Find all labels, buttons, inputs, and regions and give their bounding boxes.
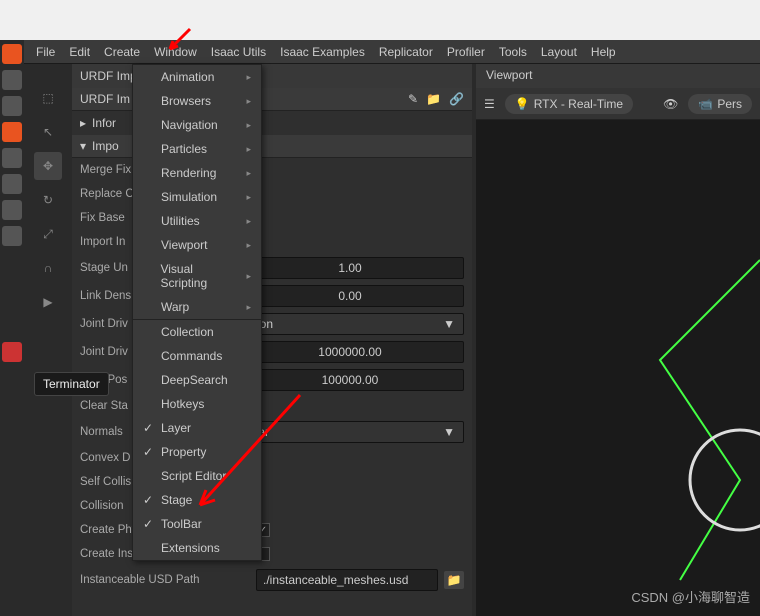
submenu-particles[interactable]: Particles▸ <box>133 137 261 161</box>
dock-app-6[interactable] <box>2 174 22 194</box>
layers-icon[interactable]: ☰ <box>484 97 495 111</box>
submenu-toolbar[interactable]: ✓ToolBar <box>133 512 261 536</box>
submenu-visual-scripting[interactable]: Visual Scripting▸ <box>133 257 261 295</box>
submenu-layer[interactable]: ✓Layer <box>133 416 261 440</box>
menu-window[interactable]: Window <box>150 43 201 61</box>
render-mode-button[interactable]: 💡 RTX - Real-Time <box>505 94 633 114</box>
window-submenu: Animation▸Browsers▸Navigation▸Particles▸… <box>132 64 262 561</box>
browse-folder-button[interactable]: 📁 <box>444 571 464 589</box>
submenu-warp[interactable]: Warp▸ <box>133 295 261 319</box>
submenu-collection[interactable]: Collection <box>133 320 261 344</box>
submenu-animation[interactable]: Animation▸ <box>133 65 261 89</box>
submenu-simulation[interactable]: Simulation▸ <box>133 185 261 209</box>
stage-units-input[interactable] <box>236 257 464 279</box>
viewport-canvas[interactable] <box>476 120 760 616</box>
normals-dropdown[interactable]: near▼ <box>236 421 464 443</box>
folder-icon[interactable]: 📁 <box>426 92 441 106</box>
viewport-toolbar: ☰ 💡 RTX - Real-Time 👁 📹 Pers <box>476 88 760 120</box>
submenu-browsers[interactable]: Browsers▸ <box>133 89 261 113</box>
menu-replicator[interactable]: Replicator <box>375 43 437 61</box>
submenu-commands[interactable]: Commands <box>133 344 261 368</box>
submenu-viewport[interactable]: Viewport▸ <box>133 233 261 257</box>
dock-tooltip: Terminator <box>34 372 109 396</box>
submenu-rendering[interactable]: Rendering▸ <box>133 161 261 185</box>
submenu-deepsearch[interactable]: DeepSearch <box>133 368 261 392</box>
scale-icon[interactable]: ⤢ <box>34 220 62 248</box>
instanceable-path-label: Instanceable USD Path <box>80 574 250 586</box>
window-titlebar <box>0 0 760 40</box>
menu-file[interactable]: File <box>32 43 59 61</box>
dock-app-2[interactable] <box>2 70 22 90</box>
eye-icon[interactable]: 👁 <box>663 97 678 111</box>
dock-app-5[interactable] <box>2 148 22 168</box>
menu-create[interactable]: Create <box>100 43 144 61</box>
link-icon[interactable]: 🔗 <box>449 92 464 106</box>
snap-icon[interactable]: ∩ <box>34 254 62 282</box>
tool-strip: ⬚ ↖ ✥ ↻ ⤢ ∩ ▶ <box>28 64 68 316</box>
render-mode-label: RTX - Real-Time <box>534 97 623 111</box>
submenu-hotkeys[interactable]: Hotkeys <box>133 392 261 416</box>
camera-button[interactable]: 📹 Pers <box>688 94 752 114</box>
cursor-icon[interactable]: ↖ <box>34 118 62 146</box>
dock-app-terminator[interactable] <box>2 342 22 362</box>
viewport-panel: Viewport ☰ 💡 RTX - Real-Time 👁 📹 Pers <box>476 64 760 616</box>
joint-drive-strength-input[interactable] <box>236 341 464 363</box>
menu-help[interactable]: Help <box>587 43 620 61</box>
play-icon[interactable]: ▶ <box>34 288 62 316</box>
chevron-down-icon: ▼ <box>443 317 455 331</box>
select-frame-icon[interactable]: ⬚ <box>34 84 62 112</box>
submenu-extensions[interactable]: Extensions <box>133 536 261 560</box>
dock-app-4[interactable] <box>2 122 22 142</box>
info-label: Infor <box>92 116 116 130</box>
submenu-stage[interactable]: ✓Stage <box>133 488 261 512</box>
menu-isaac-examples[interactable]: Isaac Examples <box>276 43 369 61</box>
section-title: URDF Im <box>80 92 130 106</box>
menu-tools[interactable]: Tools <box>495 43 531 61</box>
joint-drive-type-dropdown[interactable]: sition▼ <box>236 313 464 335</box>
link-density-input[interactable] <box>236 285 464 307</box>
submenu-script-editor[interactable]: Script Editor <box>133 464 261 488</box>
menu-isaac-utils[interactable]: Isaac Utils <box>207 43 270 61</box>
submenu-navigation[interactable]: Navigation▸ <box>133 113 261 137</box>
camera-icon: 📹 <box>698 97 713 111</box>
instanceable-path-input[interactable] <box>256 569 438 591</box>
dock-app-3[interactable] <box>2 96 22 116</box>
dock-app-7[interactable] <box>2 200 22 220</box>
menu-layout[interactable]: Layout <box>537 43 581 61</box>
rotate-icon[interactable]: ↻ <box>34 186 62 214</box>
chevron-down-icon: ▼ <box>443 425 455 439</box>
camera-label: Pers <box>717 97 742 111</box>
joint-position-input[interactable] <box>236 369 464 391</box>
submenu-property[interactable]: ✓Property <box>133 440 261 464</box>
bulb-icon: 💡 <box>515 97 530 111</box>
menu-profiler[interactable]: Profiler <box>443 43 489 61</box>
import-section-label: Impo <box>92 139 119 153</box>
dock-app-1[interactable] <box>2 44 22 64</box>
watermark: CSDN @小海聊智造 <box>631 587 750 606</box>
dock-app-8[interactable] <box>2 226 22 246</box>
submenu-utilities[interactable]: Utilities▸ <box>133 209 261 233</box>
menu-edit[interactable]: Edit <box>65 43 94 61</box>
move-icon[interactable]: ✥ <box>34 152 62 180</box>
os-dock <box>0 40 24 616</box>
viewport-tab[interactable]: Viewport <box>476 64 760 88</box>
menubar: File Edit Create Window Isaac Utils Isaa… <box>0 40 760 64</box>
edit-icon[interactable]: ✎ <box>408 92 418 106</box>
